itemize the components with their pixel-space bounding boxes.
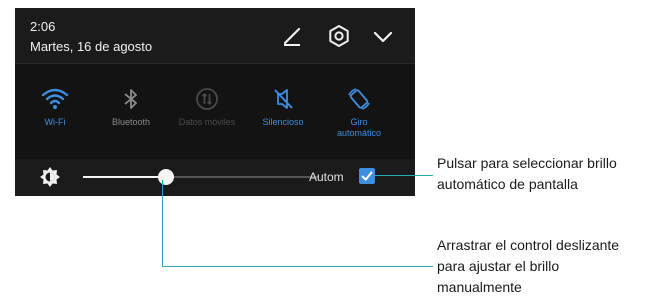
wifi-icon	[25, 86, 85, 112]
chevron-down-icon[interactable]	[370, 23, 396, 49]
tile-wifi[interactable]: Wi-Fi	[25, 86, 85, 128]
callout-text-line: automático de pantalla	[437, 176, 578, 192]
panel-header: 2:06 Martes, 16 de agosto	[15, 8, 415, 63]
callout-text-line: Arrastrar el control deslizante	[437, 237, 620, 253]
callout-slider: Arrastrar el control deslizante para aju…	[437, 235, 619, 298]
callout-auto-brightness: Pulsar para seleccionar brillo automátic…	[437, 153, 617, 195]
callout-line-slider-horizontal	[162, 266, 433, 267]
callout-text-line: Pulsar para seleccionar brillo	[437, 155, 617, 171]
tile-label: Datos móviles	[178, 117, 236, 127]
checkmark-icon	[361, 171, 373, 181]
tile-label: Wi-Fi	[44, 117, 66, 127]
tile-giro-automatico[interactable]: Giro automático	[329, 86, 389, 139]
brightness-slider-thumb[interactable]	[157, 169, 174, 185]
tile-bluetooth[interactable]: Bluetooth	[101, 86, 161, 128]
callout-line-auto	[375, 175, 433, 176]
edit-icon[interactable]	[279, 23, 305, 49]
bluetooth-icon	[101, 86, 161, 112]
tile-label: Giro automático	[329, 117, 389, 139]
brightness-icon	[38, 165, 62, 194]
auto-rotate-icon	[329, 86, 389, 112]
callout-line-slider-vertical	[162, 180, 163, 266]
tile-label-line1: Giro	[350, 117, 368, 127]
brightness-slider-track[interactable]	[83, 169, 319, 185]
callout-text-line: manualmente	[437, 279, 522, 295]
date-text: Martes, 16 de agosto	[30, 39, 153, 54]
auto-brightness-checkbox[interactable]	[359, 168, 375, 184]
tile-label: Bluetooth	[111, 117, 151, 127]
settings-gear-icon[interactable]	[326, 23, 352, 49]
tile-label: Silencioso	[262, 117, 304, 127]
brightness-slider-fill	[83, 176, 166, 178]
auto-brightness-label: Autom	[309, 170, 344, 184]
brightness-row: Autom	[15, 159, 415, 196]
mobile-data-icon	[177, 86, 237, 112]
silent-mode-icon	[253, 86, 313, 112]
tile-label-line2: automático	[336, 128, 382, 138]
header-divider	[15, 63, 415, 64]
callout-text-line: para ajustar el brillo	[437, 258, 560, 274]
tile-silencioso[interactable]: Silencioso	[253, 86, 313, 128]
notification-panel: 2:06 Martes, 16 de agosto Wi-Fi Bluetoot…	[15, 8, 415, 196]
tile-datos-moviles[interactable]: Datos móviles	[177, 86, 237, 128]
clock-time: 2:06	[30, 19, 56, 34]
